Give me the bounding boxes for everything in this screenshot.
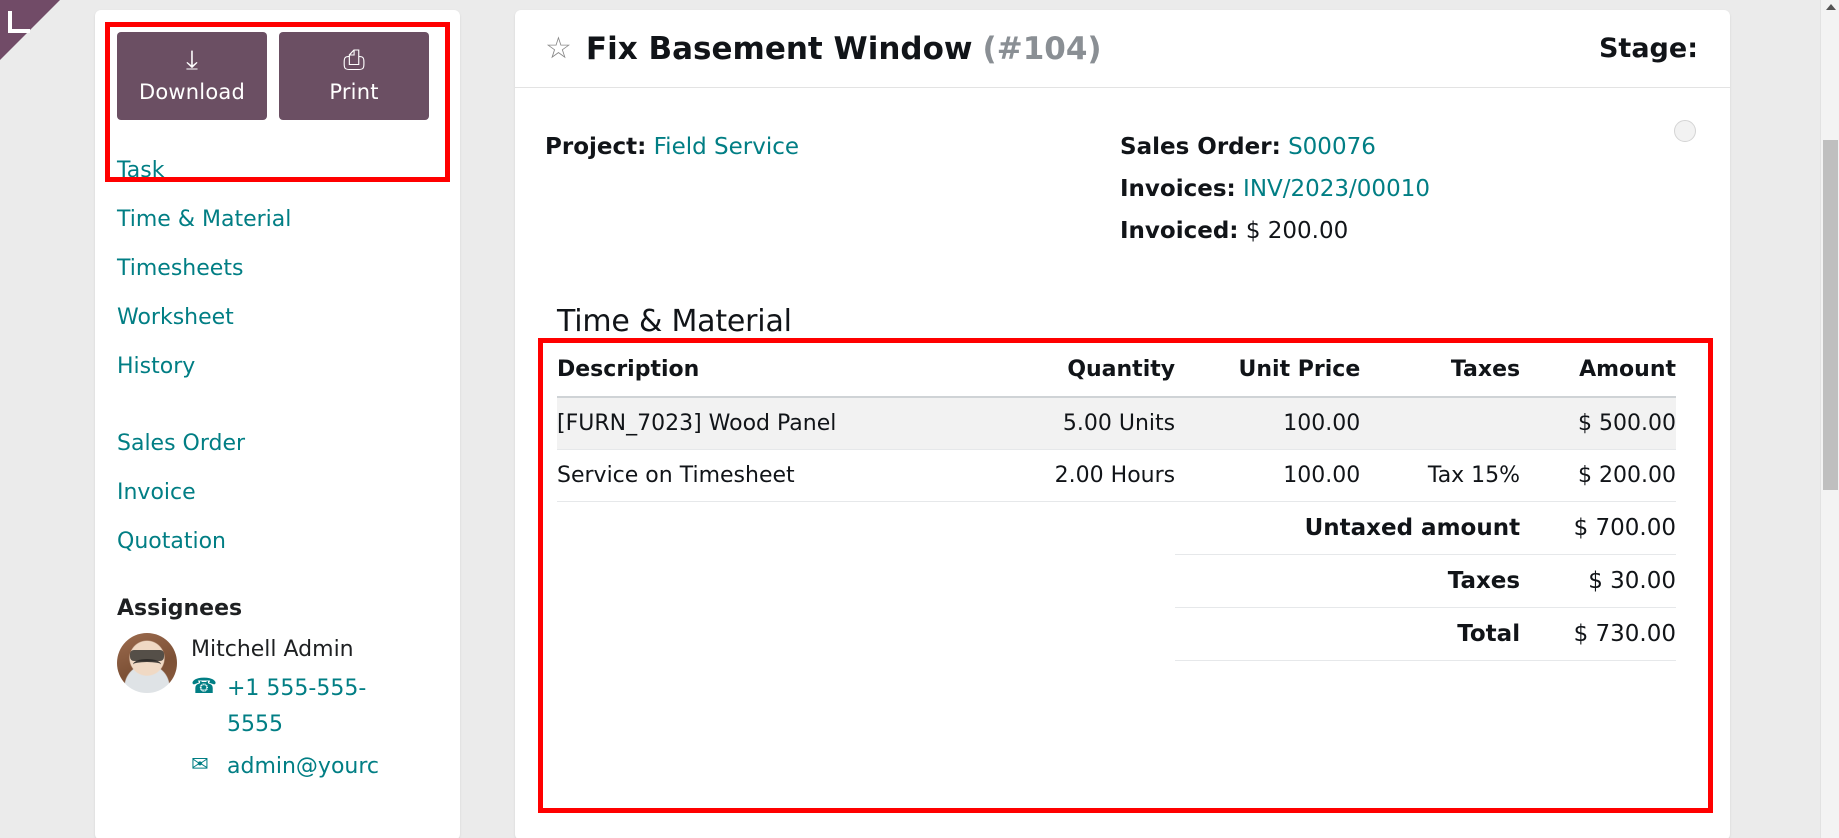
table-row: Service on Timesheet 2.00 Hours 100.00 T… bbox=[557, 449, 1676, 502]
scroll-up-arrow-icon[interactable] bbox=[1826, 4, 1836, 10]
stage-status-dot[interactable] bbox=[1674, 120, 1696, 142]
column-header-unit-price: Unit Price bbox=[1175, 357, 1361, 398]
project-row: Project: Field Service bbox=[545, 126, 1120, 168]
totals-row-total: Total $ 730.00 bbox=[557, 607, 1676, 661]
stage-label: Stage: bbox=[1598, 33, 1698, 64]
phone-icon: ☎ bbox=[191, 674, 218, 698]
task-number: (#104) bbox=[982, 30, 1102, 67]
time-material-table: Description Quantity Unit Price Taxes Am… bbox=[557, 357, 1676, 661]
table-head: Description Quantity Unit Price Taxes Am… bbox=[557, 357, 1676, 398]
untaxed-amount-label: Untaxed amount bbox=[1175, 501, 1521, 555]
assignee-phone-row: ☎ +1 555-555-5555 bbox=[191, 671, 385, 743]
totals-spacer bbox=[985, 607, 1176, 661]
page-title: Fix Basement Window bbox=[585, 30, 973, 67]
sidebar-item-timesheets[interactable]: Timesheets bbox=[117, 244, 438, 293]
sidebar-item-history[interactable]: History bbox=[117, 342, 438, 391]
assignee-entry: Mitchell Admin ☎ +1 555-555-5555 ✉ admin… bbox=[117, 633, 438, 785]
invoiced-value: $ 200.00 bbox=[1245, 218, 1349, 244]
time-material-title: Time & Material bbox=[557, 304, 792, 339]
invoices-label: Invoices: bbox=[1120, 176, 1236, 202]
cell-description: [FURN_7023] Wood Panel bbox=[557, 397, 986, 450]
invoices-value[interactable]: INV/2023/00010 bbox=[1243, 176, 1430, 202]
totals-spacer bbox=[985, 554, 1176, 608]
invoices-row: Invoices: INV/2023/00010 bbox=[1120, 168, 1698, 210]
column-header-description: Description bbox=[557, 357, 986, 398]
sidebar-item-quotation[interactable]: Quotation bbox=[117, 517, 438, 566]
time-material-panel: Time & Material Description Quantity Uni… bbox=[545, 290, 1698, 661]
sidebar-item-worksheet[interactable]: Worksheet bbox=[117, 293, 438, 342]
scrollbar-thumb[interactable] bbox=[1823, 140, 1838, 490]
totals-row-untaxed: Untaxed amount $ 700.00 bbox=[557, 501, 1676, 555]
assignee-email-row: ✉ admin@yourc bbox=[191, 749, 385, 785]
print-button[interactable]: ⎙ Print bbox=[279, 32, 429, 120]
task-info-grid: Project: Field Service Sales Order: S000… bbox=[545, 118, 1698, 252]
cell-unit-price: 100.00 bbox=[1175, 449, 1361, 502]
grand-total-label: Total bbox=[1175, 607, 1521, 661]
sales-order-row: Sales Order: S00076 bbox=[1120, 126, 1698, 168]
sidebar-card: ⤓ Download ⎙ Print Task Time & Material … bbox=[95, 10, 460, 838]
cell-amount: $ 500.00 bbox=[1520, 397, 1676, 450]
column-header-amount: Amount bbox=[1520, 357, 1676, 398]
totals-spacer bbox=[557, 607, 986, 661]
sales-order-value[interactable]: S00076 bbox=[1288, 134, 1376, 160]
sidebar-item-time-material[interactable]: Time & Material bbox=[117, 195, 438, 244]
cell-amount: $ 200.00 bbox=[1520, 449, 1676, 502]
page-scrollbar[interactable] bbox=[1820, 0, 1839, 838]
sidebar-item-sales-order[interactable]: Sales Order bbox=[117, 419, 438, 468]
invoiced-row: Invoiced: $ 200.00 bbox=[1120, 210, 1698, 252]
totals-spacer bbox=[557, 501, 986, 555]
cell-quantity: 2.00 Hours bbox=[985, 449, 1176, 502]
avatar bbox=[117, 633, 177, 693]
download-icon: ⤓ bbox=[186, 45, 198, 76]
download-button[interactable]: ⤓ Download bbox=[117, 32, 267, 120]
assignee-details: Mitchell Admin ☎ +1 555-555-5555 ✉ admin… bbox=[191, 633, 385, 785]
cell-quantity: 5.00 Units bbox=[985, 397, 1176, 450]
project-label: Project: bbox=[545, 134, 647, 160]
totals-row-taxes: Taxes $ 30.00 bbox=[557, 554, 1676, 608]
download-button-label: Download bbox=[139, 80, 245, 104]
page-root: ⤓ Download ⎙ Print Task Time & Material … bbox=[0, 0, 1839, 838]
sidebar-action-buttons: ⤓ Download ⎙ Print bbox=[117, 32, 438, 120]
main-card: ☆ Fix Basement Window (#104) Stage: Proj… bbox=[515, 10, 1730, 838]
sidebar-item-invoice[interactable]: Invoice bbox=[117, 468, 438, 517]
cell-unit-price: 100.00 bbox=[1175, 397, 1361, 450]
totals-spacer bbox=[985, 501, 1176, 555]
table-body: [FURN_7023] Wood Panel 5.00 Units 100.00… bbox=[557, 397, 1676, 661]
sidebar-inner: ⤓ Download ⎙ Print Task Time & Material … bbox=[95, 10, 460, 785]
sidebar-nav: Task Time & Material Timesheets Workshee… bbox=[117, 146, 438, 566]
table-row: [FURN_7023] Wood Panel 5.00 Units 100.00… bbox=[557, 397, 1676, 450]
sales-order-label: Sales Order: bbox=[1120, 134, 1281, 160]
cell-taxes bbox=[1360, 397, 1521, 450]
assignees-heading: Assignees bbox=[117, 596, 243, 621]
task-header: ☆ Fix Basement Window (#104) Stage: bbox=[515, 10, 1730, 88]
invoiced-label: Invoiced: bbox=[1120, 218, 1239, 244]
print-icon: ⎙ bbox=[343, 45, 365, 76]
taxes-total-label: Taxes bbox=[1175, 554, 1521, 608]
back-arrow-corner-icon bbox=[8, 11, 30, 33]
task-info-right: Sales Order: S00076 Invoices: INV/2023/0… bbox=[1120, 126, 1698, 252]
column-header-quantity: Quantity bbox=[985, 357, 1176, 398]
assignee-email[interactable]: admin@yourc bbox=[227, 749, 379, 785]
task-info-left: Project: Field Service bbox=[545, 126, 1120, 252]
sidebar-nav-divider bbox=[117, 391, 438, 419]
untaxed-amount-value: $ 700.00 bbox=[1520, 501, 1676, 555]
main-body: Project: Field Service Sales Order: S000… bbox=[515, 88, 1730, 661]
table-header-row: Description Quantity Unit Price Taxes Am… bbox=[557, 357, 1676, 398]
sidebar-item-task[interactable]: Task bbox=[117, 146, 438, 195]
column-header-taxes: Taxes bbox=[1360, 357, 1521, 398]
totals-spacer bbox=[557, 554, 986, 608]
star-outline-icon[interactable]: ☆ bbox=[545, 33, 572, 64]
project-value[interactable]: Field Service bbox=[654, 134, 799, 160]
taxes-total-value: $ 30.00 bbox=[1520, 554, 1676, 608]
assignee-name: Mitchell Admin bbox=[191, 637, 354, 662]
cell-description: Service on Timesheet bbox=[557, 449, 986, 502]
print-button-label: Print bbox=[329, 80, 379, 104]
assignee-phone[interactable]: +1 555-555-5555 bbox=[227, 671, 385, 743]
grand-total-value: $ 730.00 bbox=[1520, 607, 1676, 661]
cell-taxes: Tax 15% bbox=[1360, 449, 1521, 502]
envelope-icon: ✉ bbox=[191, 752, 209, 776]
